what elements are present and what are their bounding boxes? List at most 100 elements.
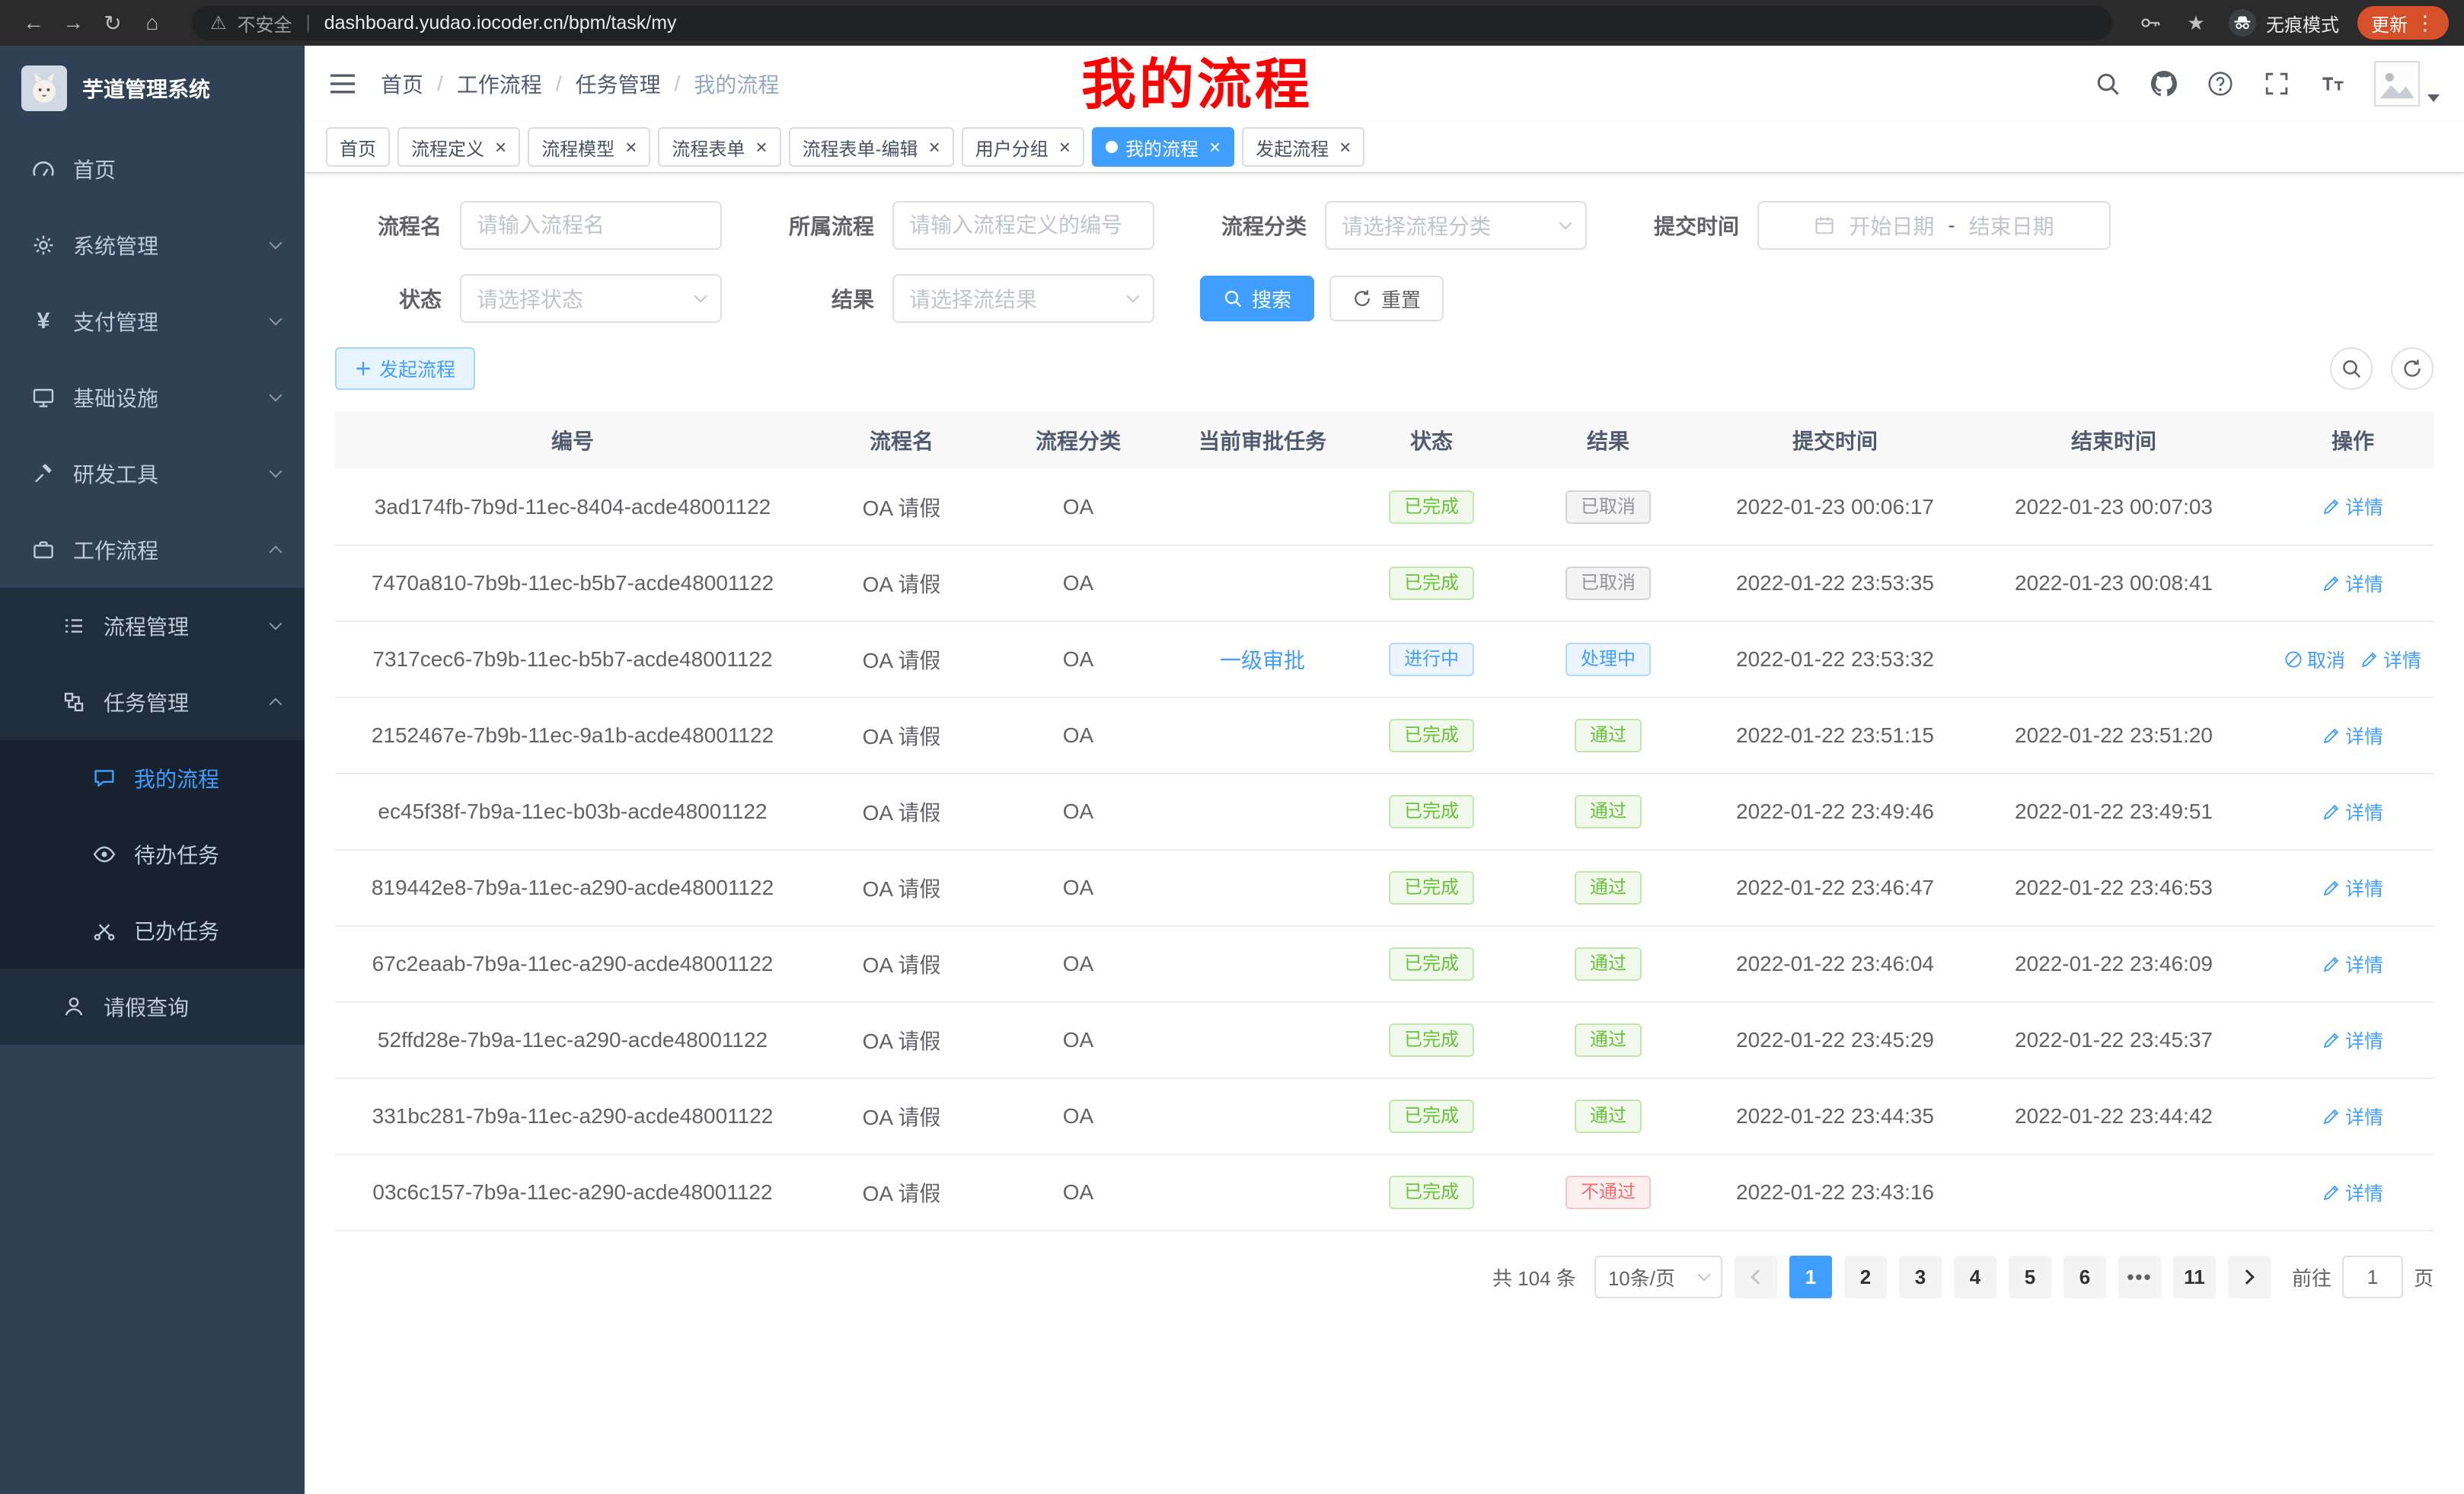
search-button[interactable]: 搜索 [1200,276,1314,321]
breadcrumb-item[interactable]: 工作流程 [457,69,542,99]
tab-user-group[interactable]: 用户分组× [962,127,1084,167]
close-icon[interactable]: × [1059,137,1071,157]
sidebar-item-infra[interactable]: 基础设施 [0,359,305,436]
detail-link[interactable]: 详情 [2360,646,2421,673]
page-button[interactable]: 2 [1844,1256,1887,1298]
sidebar-item-devtools[interactable]: 研发工具 [0,436,305,512]
sidebar-item-system[interactable]: 系统管理 [0,207,305,283]
cell-submit-time: 2022-01-22 23:43:16 [1715,1154,1955,1231]
goto-page-input[interactable] [2342,1256,2403,1298]
page-button[interactable]: 4 [1954,1256,1996,1298]
chrome-update-button[interactable]: 更新 ⋮ [2357,6,2449,40]
detail-link[interactable]: 详情 [2322,950,2383,978]
cell-result: 通过 [1502,774,1715,850]
help-icon[interactable] [2205,69,2236,99]
page-button[interactable]: 3 [1899,1256,1942,1298]
forward-icon[interactable]: → [55,5,91,41]
back-icon[interactable]: ← [15,5,52,41]
reset-button-label: 重置 [1381,285,1421,313]
close-icon[interactable]: × [495,137,506,157]
detail-link[interactable]: 详情 [2322,1026,2383,1054]
hamburger-icon[interactable] [329,72,356,96]
sidebar-item-task-mgmt[interactable]: 任务管理 [0,664,305,740]
breadcrumb-item[interactable]: 首页 [381,69,423,99]
status-select[interactable]: 请选择状态 [460,274,722,323]
user-avatar-menu[interactable] [2374,61,2440,107]
close-icon[interactable]: × [755,137,767,157]
sidebar-item-process-mgmt[interactable]: 流程管理 [0,588,305,664]
chrome-menu-icon[interactable]: ⋮ [2415,11,2435,35]
status-tag: 已完成 [1389,1023,1474,1057]
toggle-search-icon[interactable] [2330,347,2373,390]
tab-start-process[interactable]: 发起流程× [1242,127,1364,167]
detail-link[interactable]: 详情 [2322,1179,2383,1206]
address-bar[interactable]: ⚠ 不安全 | dashboard.yudao.iocoder.cn/bpm/t… [192,5,2112,40]
category-select[interactable]: 请选择流程分类 [1325,201,1587,250]
cancel-icon [2284,650,2303,669]
category-label: 流程分类 [1200,210,1307,241]
fullscreen-icon[interactable] [2261,69,2292,99]
tab-process-definition[interactable]: 流程定义× [397,127,520,167]
date-range-picker[interactable]: 开始日期 - 结束日期 [1757,201,2111,250]
sidebar-item-my-process[interactable]: 我的流程 [0,740,305,816]
create-process-button[interactable]: 发起流程 [335,347,475,390]
task-link[interactable]: 一级审批 [1220,649,1305,672]
github-icon[interactable] [2149,69,2179,99]
filter-owner-process: 所属流程 [768,201,1154,250]
tab-process-form[interactable]: 流程表单× [658,127,780,167]
page-button[interactable]: 11 [2173,1256,2216,1298]
cell-ops: 详情 [2272,926,2434,1002]
chevron-up-icon [270,546,282,559]
sidebar-item-payment[interactable]: ¥支付管理 [0,283,305,359]
detail-link[interactable]: 详情 [2322,722,2383,749]
reload-icon[interactable]: ↻ [94,5,131,41]
cell-task: 一级审批 [1163,621,1361,698]
bookmark-star-icon[interactable]: ★ [2182,9,2210,37]
date-end-placeholder: 结束日期 [1969,210,2054,241]
tab-label: 流程模型 [541,134,614,161]
sidebar-item-done-tasks[interactable]: 已办任务 [0,892,305,969]
page-button[interactable]: 5 [2009,1256,2051,1298]
calendar-icon [1814,215,1835,236]
sidebar-item-workflow[interactable]: 工作流程 [0,512,305,588]
page-button[interactable]: 1 [1789,1256,1832,1298]
tab-my-process[interactable]: 我的流程× [1092,127,1234,167]
close-icon[interactable]: × [1209,137,1221,157]
table-refresh-icon[interactable] [2391,347,2434,390]
fontsize-icon[interactable] [2318,69,2348,99]
close-icon[interactable]: × [625,137,637,157]
sidebar-item-home[interactable]: 首页 [0,131,305,207]
detail-link[interactable]: 详情 [2322,874,2383,902]
prev-page-button[interactable] [1735,1256,1777,1298]
detail-link[interactable]: 详情 [2322,798,2383,825]
detail-link[interactable]: 详情 [2322,570,2383,597]
sidebar-item-todo-tasks[interactable]: 待办任务 [0,816,305,892]
detail-link[interactable]: 详情 [2322,493,2383,520]
key-icon[interactable] [2137,9,2164,37]
page-ellipsis[interactable]: ••• [2118,1256,2161,1298]
breadcrumb-separator: / [675,72,681,96]
status-tag: 已完成 [1389,871,1474,905]
chevron-down-icon [270,389,282,402]
breadcrumb-item[interactable]: 任务管理 [576,69,661,99]
process-name-input[interactable] [460,201,722,250]
close-icon[interactable]: × [1339,137,1351,157]
sidebar-item-leave-query[interactable]: 请假查询 [0,969,305,1045]
home-icon[interactable]: ⌂ [134,5,171,41]
cell-task [1163,698,1361,774]
page-size-select[interactable]: 10条/页 [1594,1256,1722,1298]
reset-button[interactable]: 重置 [1329,276,1444,321]
detail-link[interactable]: 详情 [2322,1103,2383,1130]
cancel-link[interactable]: 取消 [2284,646,2345,673]
page-button[interactable]: 6 [2063,1256,2106,1298]
next-page-button[interactable] [2228,1256,2271,1298]
tab-process-form-edit[interactable]: 流程表单-编辑× [789,127,954,167]
tab-process-model[interactable]: 流程模型 × [528,127,650,167]
owner-process-input[interactable] [892,201,1154,250]
close-icon[interactable]: × [929,137,940,157]
cell-status: 已完成 [1361,1078,1502,1154]
search-icon[interactable] [2092,69,2123,99]
result-select[interactable]: 请选择流结果 [892,274,1154,323]
tab-home[interactable]: 首页 [326,127,390,167]
cell-id: 67c2eaab-7b9a-11ec-a290-acde48001122 [335,926,810,1002]
